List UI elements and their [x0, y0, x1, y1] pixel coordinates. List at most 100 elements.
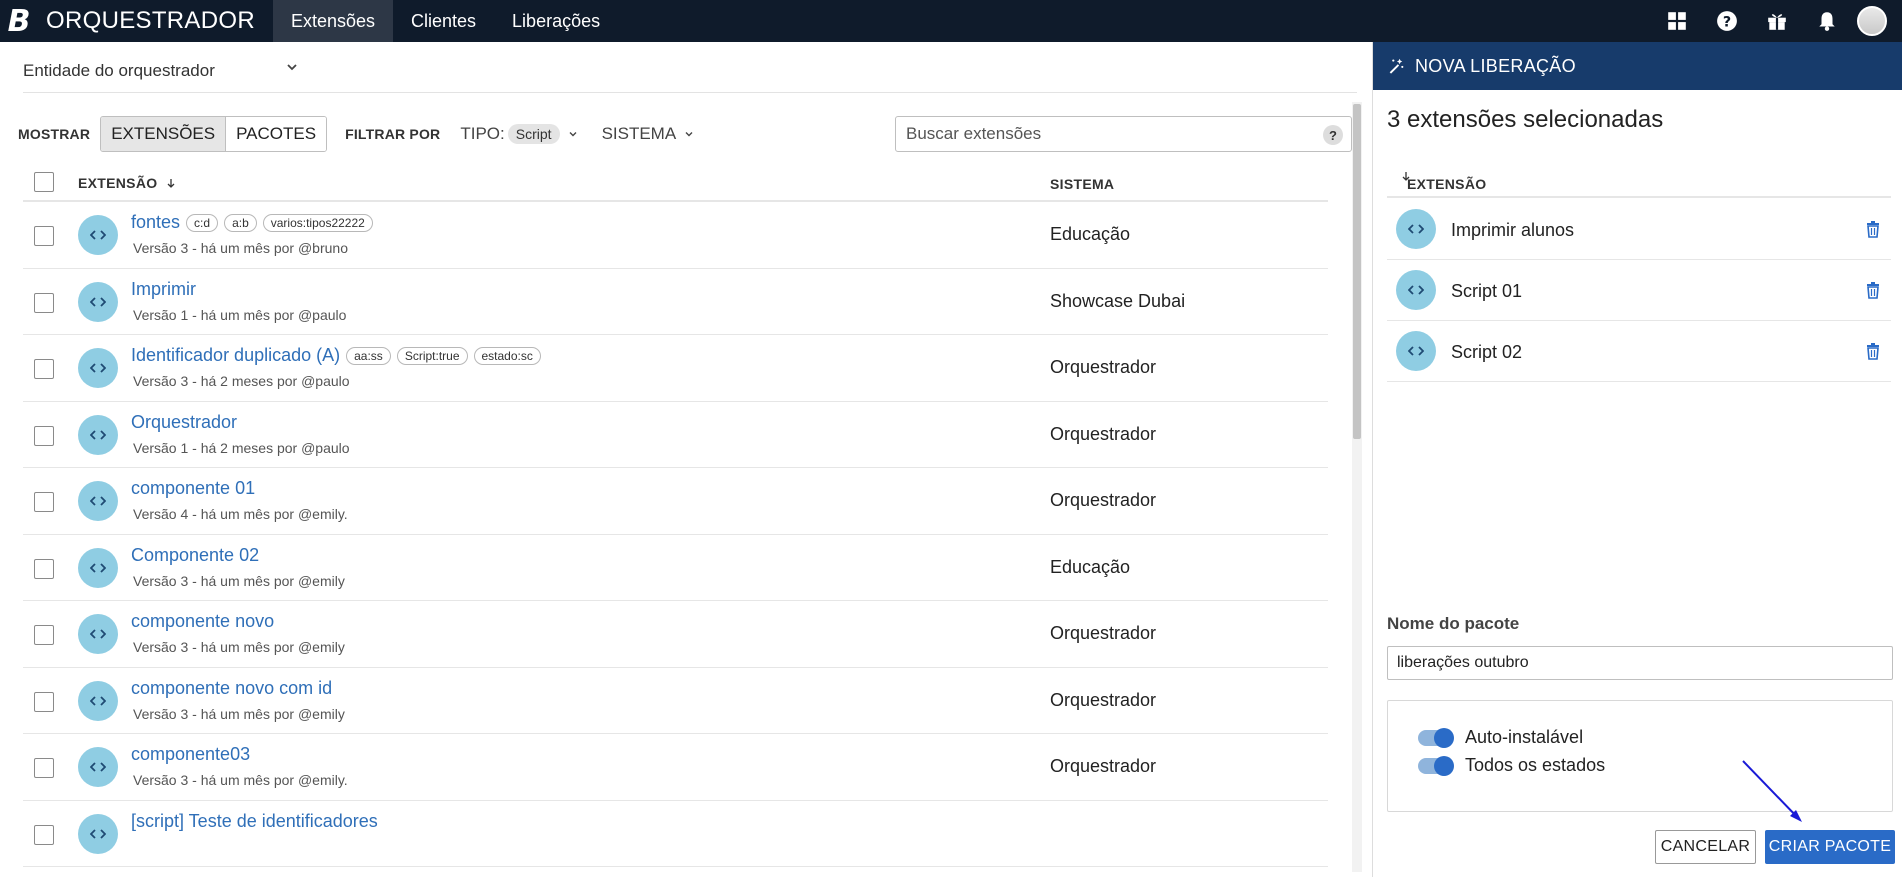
type-filter-label: TIPO:	[460, 124, 505, 143]
row-checkbox[interactable]	[34, 758, 54, 778]
extension-link[interactable]: componente novo com id	[131, 678, 332, 699]
row-system: Orquestrador	[1050, 357, 1157, 377]
extension-icon	[1396, 270, 1436, 310]
row-version-info: Versão 3 - há um mês por @emily	[133, 705, 345, 722]
selected-item-name: Script 01	[1451, 281, 1523, 301]
type-filter[interactable]: TIPO: Script	[460, 124, 577, 144]
row-system: Orquestrador	[1050, 423, 1157, 444]
toggle-switch[interactable]	[1418, 755, 1454, 776]
col-header-extension-label: EXTENSÃO	[78, 175, 158, 191]
create-package-button[interactable]: CRIAR PACOTE	[1765, 830, 1895, 864]
row-version-info: Versão 3 - há um mês por @emily	[133, 572, 345, 589]
table-row[interactable]: componente novo Versão 3 - há um mês por…	[23, 601, 1328, 668]
row-version-info: Versão 3 - há um mês por @bruno	[133, 240, 348, 256]
table-row[interactable]: [script] Teste de identificadores	[23, 801, 1328, 867]
row-checkbox[interactable]	[34, 359, 54, 379]
row-checkbox[interactable]	[34, 691, 54, 712]
system-filter[interactable]: SISTEMA	[602, 124, 695, 144]
extension-link[interactable]: fontes	[131, 212, 180, 233]
search-help-icon[interactable]: ?	[1323, 125, 1343, 145]
trash-icon[interactable]	[1865, 281, 1881, 299]
search-input[interactable]: Buscar extensões ?	[895, 116, 1352, 152]
entity-select[interactable]: Entidade do orquestrador	[23, 56, 303, 86]
code-icon	[90, 496, 106, 506]
extension-link[interactable]: componente03	[131, 744, 250, 765]
bell-icon[interactable]	[1802, 0, 1852, 42]
code-icon	[90, 296, 106, 307]
extension-icon	[78, 215, 118, 255]
extensions-list: fontes c:d a:b varios:tipos22222 Versão 3 -…	[23, 202, 1328, 867]
tag-chip: varios:tipos22222	[262, 213, 373, 232]
package-name-input[interactable]	[1387, 646, 1893, 680]
search-placeholder: Buscar extensões	[906, 124, 1042, 143]
row-title: [script] Teste de identificadores	[131, 811, 378, 832]
nav-liberacoes[interactable]: Liberações	[494, 0, 618, 42]
table-row[interactable]: Imprimir Versão 1 - há um mês por @paulo…	[23, 269, 1328, 335]
col-header-extension[interactable]: EXTENSÃO	[1397, 168, 1486, 192]
selected-item: Script 01	[1387, 261, 1891, 321]
col-header-system[interactable]: SISTEMA	[1050, 176, 1114, 192]
row-checkbox[interactable]	[34, 492, 54, 512]
row-checkbox[interactable]	[34, 425, 54, 446]
apps-grid-icon[interactable]	[1652, 0, 1702, 42]
extension-icon	[78, 348, 118, 388]
row-checkbox[interactable]	[34, 625, 54, 645]
extension-icon	[78, 481, 118, 521]
row-checkbox[interactable]	[34, 292, 54, 313]
row-checkbox[interactable]	[34, 824, 54, 845]
extension-link[interactable]: componente 01	[131, 478, 255, 499]
extension-link[interactable]: [script] Teste de identificadores	[131, 811, 378, 832]
table-row[interactable]: componente 01 Versão 4 - há um mês por @…	[23, 468, 1328, 535]
code-icon	[90, 429, 106, 440]
nav-clientes[interactable]: Clientes	[393, 0, 494, 42]
table-row[interactable]: componente novo com id Versão 3 - há um …	[23, 668, 1328, 734]
help-icon[interactable]: ?	[1702, 0, 1752, 42]
toggle-knob	[1434, 727, 1454, 748]
extension-link[interactable]: Identificador duplicado (A)	[131, 345, 340, 366]
extension-link[interactable]: componente novo	[131, 611, 274, 632]
scrollbar[interactable]	[1352, 102, 1362, 872]
selected-item: Script 02	[1387, 322, 1891, 382]
user-avatar[interactable]	[1852, 0, 1902, 42]
extension-link[interactable]: Orquestrador	[131, 412, 237, 433]
chevron-down-icon	[569, 132, 577, 137]
trash-icon[interactable]	[1865, 220, 1881, 238]
nav-extensoes[interactable]: Extensões	[272, 0, 394, 42]
select-all-checkbox[interactable]	[34, 172, 54, 192]
row-title: componente novo	[131, 611, 274, 632]
toggle-switch[interactable]	[1418, 727, 1454, 748]
row-version-info: Versão 3 - há 2 meses por @paulo	[133, 373, 350, 389]
table-row[interactable]: Identificador duplicado (A) aa:ss Script:t…	[23, 335, 1328, 402]
extension-link[interactable]: Componente 02	[131, 545, 259, 566]
filter-by-label: FILTRAR POR	[345, 126, 441, 142]
all-states-toggle[interactable]: Todos os estados	[1418, 755, 1605, 776]
row-title: componente 01	[131, 478, 255, 499]
row-system: Orquestrador	[1050, 756, 1157, 776]
table-row[interactable]: componente03 Versão 3 - há um mês por @e…	[23, 734, 1328, 801]
row-checkbox[interactable]	[34, 558, 54, 579]
show-label: MOSTRAR	[18, 126, 91, 142]
table-row[interactable]: fontes c:d a:b varios:tipos22222 Versão 3 -…	[23, 202, 1328, 269]
table-row[interactable]: Componente 02 Versão 3 - há um mês por @…	[23, 535, 1328, 601]
auto-installable-label: Auto-instalável	[1465, 727, 1584, 747]
extension-link[interactable]: Imprimir	[131, 279, 196, 300]
code-icon	[90, 828, 106, 839]
avatar	[1857, 6, 1887, 36]
auto-installable-toggle[interactable]: Auto-instalável	[1418, 727, 1583, 748]
table-header: EXTENSÃO SISTEMA	[23, 162, 1328, 202]
gift-icon[interactable]	[1752, 0, 1802, 42]
row-version-info: Versão 4 - há um mês por @emily.	[133, 506, 348, 522]
brand-logo[interactable]: B	[0, 0, 38, 42]
toggle-extensions[interactable]: EXTENSÕES	[101, 117, 227, 151]
toggle-packages[interactable]: PACOTES	[226, 117, 327, 151]
col-header-extension[interactable]: EXTENSÃO	[78, 175, 176, 191]
cancel-button[interactable]: CANCELAR	[1655, 830, 1756, 864]
entity-select-label: Entidade do orquestrador	[23, 61, 215, 80]
scrollbar-thumb[interactable]	[1353, 104, 1361, 439]
row-checkbox[interactable]	[34, 226, 54, 246]
trash-icon[interactable]	[1865, 342, 1881, 360]
table-row[interactable]: Orquestrador Versão 1 - há 2 meses por @…	[23, 402, 1328, 468]
row-title: componente novo com id	[131, 678, 332, 699]
extension-icon	[78, 414, 118, 455]
app-title[interactable]: ORQUESTRADOR	[46, 7, 255, 35]
